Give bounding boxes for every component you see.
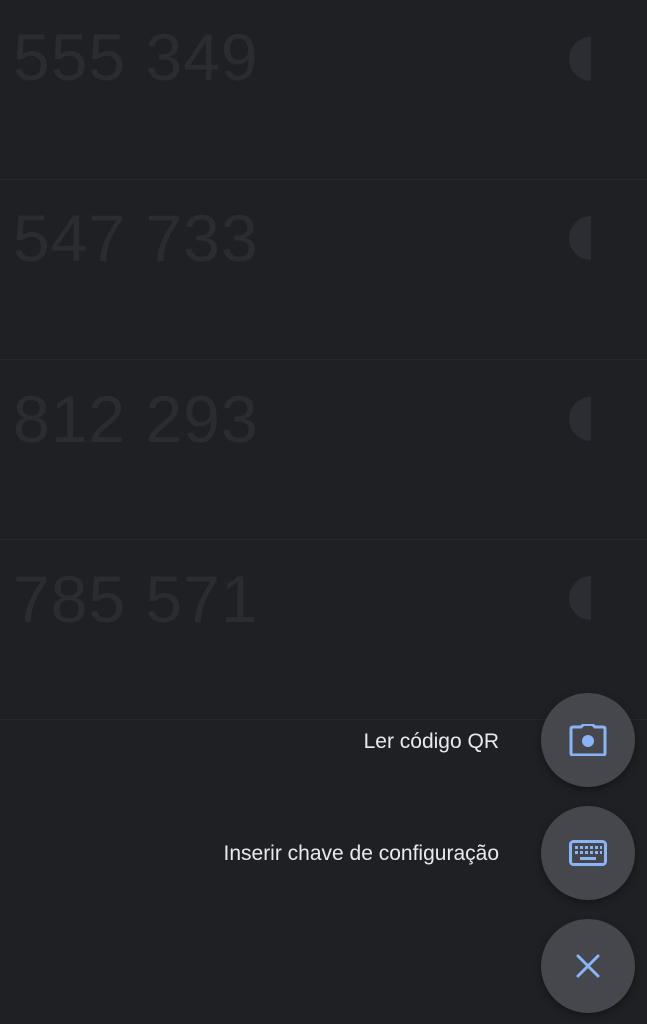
camera-icon: [569, 724, 607, 756]
authenticator-screen: 555 349 547 733 812 293 785 571 Ler códi…: [0, 0, 647, 1024]
fab-menu: Ler código QR Inserir chave de configura…: [0, 0, 647, 1024]
scan-qr-label[interactable]: Ler código QR: [364, 731, 499, 752]
keyboard-icon: [569, 840, 607, 866]
close-icon: [576, 954, 600, 978]
close-menu-button[interactable]: [541, 919, 635, 1013]
scan-qr-button[interactable]: [541, 693, 635, 787]
enter-setup-key-button[interactable]: [541, 806, 635, 900]
enter-key-label[interactable]: Inserir chave de configuração: [224, 843, 500, 864]
